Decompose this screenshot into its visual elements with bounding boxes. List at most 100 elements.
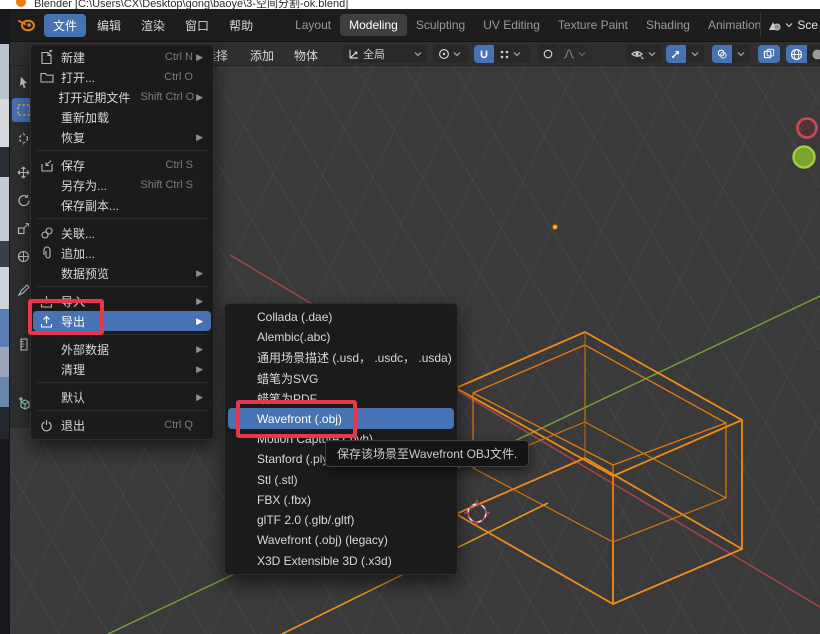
- tweak-cursor-icon: [18, 76, 30, 89]
- annotate-pen-icon: [18, 284, 30, 296]
- chevron-down-icon: [453, 51, 461, 57]
- export-item-stl[interactable]: Stl (.stl): [228, 469, 454, 489]
- proportional-circle-icon: [543, 48, 553, 60]
- overlays-toggle[interactable]: [712, 45, 732, 63]
- menu-item-quit[interactable]: 退出 Ctrl Q: [33, 415, 211, 435]
- transform-icon: [17, 250, 30, 263]
- proportional-editing-toggle[interactable]: [538, 45, 558, 63]
- tab-texture-paint[interactable]: Texture Paint: [549, 14, 637, 36]
- tab-animation[interactable]: Animation: [699, 14, 760, 36]
- menu-item-defaults[interactable]: 默认 ▶: [33, 387, 211, 407]
- export-item-grease-pencil-pdf[interactable]: 蜡笔为PDF: [228, 388, 454, 408]
- os-titlebar: Blender [C:\Users\CX\Desktop\gong\baoye\…: [0, 0, 820, 9]
- move-icon: [17, 166, 30, 179]
- menu-item-recover[interactable]: 恢复 ▶: [33, 127, 211, 147]
- menu-item-external-data[interactable]: 外部数据 ▶: [33, 339, 211, 359]
- desktop-fragment: [0, 309, 9, 347]
- menu-item-import[interactable]: 导入 ▶: [33, 291, 211, 311]
- shading-wireframe-button[interactable]: [786, 45, 807, 63]
- export-item-wavefront-legacy[interactable]: Wavefront (.obj) (legacy): [228, 530, 454, 550]
- orientation-value: 全局: [363, 46, 385, 62]
- menu-item-save-copy[interactable]: 保存副本...: [33, 195, 211, 215]
- scene-icon: [767, 19, 781, 32]
- transform-orientation-dropdown[interactable]: 全局: [343, 45, 427, 63]
- overlays-dropdown[interactable]: [732, 45, 750, 63]
- tab-sculpting[interactable]: Sculpting: [407, 14, 474, 36]
- blender-logo-icon[interactable]: [18, 18, 36, 32]
- shading-solid-button[interactable]: [807, 45, 820, 63]
- folder-open-icon: [40, 71, 61, 83]
- snap-settings-dropdown[interactable]: [494, 45, 530, 63]
- menu-item-save[interactable]: 保存 Ctrl S: [33, 155, 211, 175]
- viewport-menu-add[interactable]: 添加: [250, 47, 274, 64]
- export-item-gltf[interactable]: glTF 2.0 (.glb/.gltf): [228, 510, 454, 530]
- cursor-tool-icon: [17, 132, 30, 145]
- menu-separator: [37, 286, 207, 287]
- menu-item-revert[interactable]: 重新加载: [33, 107, 211, 127]
- menu-separator: [37, 218, 207, 219]
- export-item-wavefront-obj[interactable]: Wavefront (.obj): [228, 408, 454, 428]
- menu-item-open[interactable]: 打开... Ctrl O: [33, 67, 211, 87]
- chevron-down-icon: [414, 51, 422, 57]
- tooltip: 保存该场景至Wavefront OBJ文件.: [325, 440, 529, 467]
- workspace-tabs: Layout Modeling Sculpting UV Editing Tex…: [286, 14, 760, 36]
- menu-item-link[interactable]: 关联...: [33, 223, 211, 243]
- select-box-icon: [17, 104, 31, 116]
- gizmo-arrow-icon: [671, 48, 681, 60]
- export-item-x3d[interactable]: X3D Extensible 3D (.x3d): [228, 551, 454, 571]
- pivot-point-dropdown[interactable]: [433, 45, 469, 63]
- gizmos-toggle[interactable]: [666, 45, 686, 63]
- scene-selector[interactable]: Sce: [760, 13, 818, 37]
- falloff-curve-icon: [563, 48, 575, 60]
- proportional-falloff-dropdown[interactable]: [558, 45, 592, 63]
- save-icon: [40, 159, 61, 172]
- chevron-down-icon: [578, 51, 586, 57]
- measure-ruler-icon: [18, 338, 30, 351]
- menu-item-new[interactable]: 新建 Ctrl N▶: [33, 47, 211, 67]
- chevron-down-icon: [648, 51, 656, 57]
- menu-item-append[interactable]: 追加...: [33, 243, 211, 263]
- gizmos-dropdown[interactable]: [686, 45, 704, 63]
- paperclip-icon: [40, 246, 61, 260]
- export-item-collada[interactable]: Collada (.dae): [228, 307, 454, 327]
- desktop-fragment: [0, 347, 9, 377]
- tab-layout[interactable]: Layout: [286, 14, 340, 36]
- menu-separator: [37, 410, 207, 411]
- pivot-icon: [438, 48, 450, 60]
- viewport-menu-object[interactable]: 物体: [294, 47, 318, 64]
- topbar-menu-window[interactable]: 窗口: [176, 14, 218, 37]
- xray-toggle[interactable]: [758, 45, 780, 63]
- rotate-icon: [17, 194, 30, 207]
- file-menu-dropdown: 新建 Ctrl N▶ 打开... Ctrl O 打开近期文件 Shift Ctr…: [30, 44, 214, 440]
- menu-item-data-previews[interactable]: 数据预览 ▶: [33, 263, 211, 283]
- export-item-usd[interactable]: 通用场景描述 (.usd， .usdc， .usda): [228, 348, 454, 368]
- menu-item-export[interactable]: 导出 ▶: [33, 311, 211, 331]
- snap-toggle[interactable]: [474, 45, 494, 63]
- export-item-fbx[interactable]: FBX (.fbx): [228, 490, 454, 510]
- menu-item-save-as[interactable]: 另存为... Shift Ctrl S: [33, 175, 211, 195]
- tab-uv-editing[interactable]: UV Editing: [474, 14, 549, 36]
- desktop-fragment: [0, 177, 9, 241]
- orientation-axes-icon: [348, 48, 360, 60]
- eye-cursor-icon: [631, 49, 645, 60]
- menu-item-clean-up[interactable]: 清理 ▶: [33, 359, 211, 379]
- solid-sphere-icon: [811, 48, 820, 61]
- topbar-menu-render[interactable]: 渲染: [132, 14, 174, 37]
- tab-shading[interactable]: Shading: [637, 14, 699, 36]
- export-submenu: Collada (.dae) Alembic(.abc) 通用场景描述 (.us…: [224, 303, 458, 575]
- menu-separator: [37, 334, 207, 335]
- tooltip-text: 保存该场景至Wavefront OBJ文件.: [337, 445, 517, 462]
- menu-separator: [37, 382, 207, 383]
- export-item-alembic[interactable]: Alembic(.abc): [228, 327, 454, 347]
- scale-icon: [17, 222, 30, 235]
- export-item-grease-pencil-svg[interactable]: 蜡笔为SVG: [228, 368, 454, 388]
- topbar-menu-edit[interactable]: 编辑: [88, 14, 130, 37]
- topbar-menu-help[interactable]: 帮助: [220, 14, 262, 37]
- power-icon: [40, 419, 61, 432]
- add-cube-icon: [17, 397, 31, 411]
- visibility-dropdown[interactable]: [626, 45, 662, 63]
- menu-item-open-recent[interactable]: 打开近期文件 Shift Ctrl O▶: [33, 87, 211, 107]
- chevron-down-icon: [737, 51, 745, 57]
- tab-modeling[interactable]: Modeling: [340, 14, 407, 36]
- topbar-menu-file[interactable]: 文件: [44, 14, 86, 37]
